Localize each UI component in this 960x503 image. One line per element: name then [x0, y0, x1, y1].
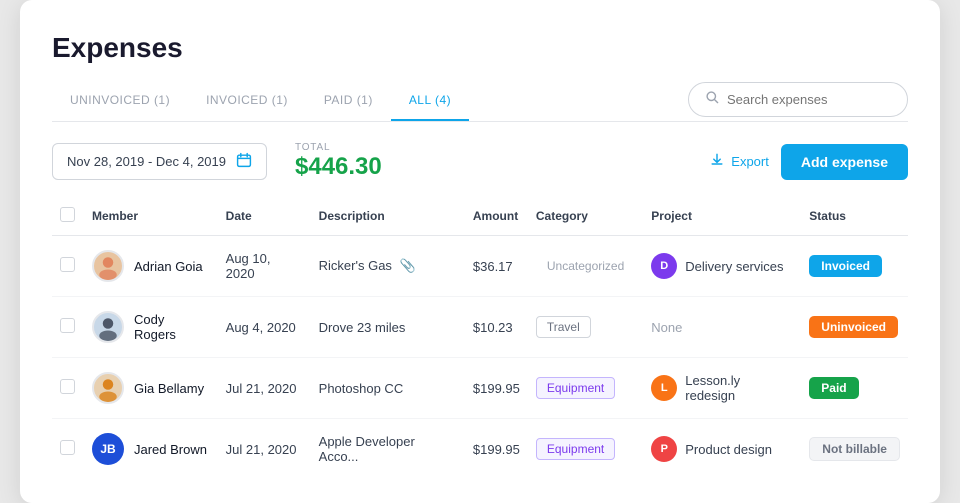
total-block: TOTAL $446.30 [295, 142, 382, 181]
date-cell: Jul 21, 2020 [218, 419, 311, 480]
status-badge: Uninvoiced [809, 316, 898, 338]
status-cell: Invoiced [801, 236, 908, 297]
date-cell: Jul 21, 2020 [218, 358, 311, 419]
description-cell: Apple Developer Acco... [311, 419, 465, 480]
description-cell: Ricker's Gas 📎 [311, 236, 465, 297]
project-cell-inner: L Lesson.ly redesign [651, 373, 793, 403]
project-name: Lesson.ly redesign [685, 373, 793, 403]
search-input[interactable] [727, 92, 891, 107]
total-amount: $446.30 [295, 153, 382, 181]
export-label: Export [731, 154, 769, 169]
member-name: Gia Bellamy [134, 381, 204, 396]
table-row: Adrian Goia Aug 10, 2020Ricker's Gas 📎$36… [52, 236, 908, 297]
member-name: Adrian Goia [134, 259, 203, 274]
header-status: Status [801, 197, 908, 236]
header-amount: Amount [465, 197, 528, 236]
category-cell: Equipment [528, 358, 643, 419]
header-project: Project [643, 197, 801, 236]
member-cell: JB Jared Brown [92, 433, 210, 465]
project-dot: D [651, 253, 677, 279]
search-box[interactable] [688, 82, 908, 117]
date-picker[interactable]: Nov 28, 2019 - Dec 4, 2019 [52, 143, 267, 180]
project-cell: P Product design [643, 419, 801, 480]
date-cell: Aug 10, 2020 [218, 236, 311, 297]
table-body: Adrian Goia Aug 10, 2020Ricker's Gas 📎$36… [52, 236, 908, 480]
controls-row: Nov 28, 2019 - Dec 4, 2019 TOTAL $446.30 [52, 142, 908, 181]
avatar [92, 372, 124, 404]
description-cell: Photoshop CC [311, 358, 465, 419]
total-label: TOTAL [295, 142, 382, 153]
amount-cell: $199.95 [465, 419, 528, 480]
page-title: Expenses [52, 32, 908, 64]
member-name: Jared Brown [134, 442, 207, 457]
add-expense-button[interactable]: Add expense [781, 144, 908, 180]
project-cell: L Lesson.ly redesign [643, 358, 801, 419]
export-button[interactable]: Export [709, 152, 769, 171]
controls-right: Export Add expense [709, 144, 908, 180]
project-cell-inner: P Product design [651, 436, 793, 462]
expenses-card: Expenses UNINVOICED (1)INVOICED (1)PAID … [20, 0, 940, 503]
description-cell: Drove 23 miles [311, 297, 465, 358]
status-badge: Invoiced [809, 255, 882, 277]
amount-cell: $199.95 [465, 358, 528, 419]
search-icon [705, 90, 719, 109]
row-checkbox[interactable] [60, 440, 75, 455]
select-all-checkbox[interactable] [60, 207, 75, 222]
category-cell: Equipment [528, 419, 643, 480]
left-controls: Nov 28, 2019 - Dec 4, 2019 TOTAL $446.30 [52, 142, 382, 181]
date-cell: Aug 4, 2020 [218, 297, 311, 358]
status-cell: Uninvoiced [801, 297, 908, 358]
tabs-row: UNINVOICED (1)INVOICED (1)PAID (1)ALL (4… [52, 82, 908, 122]
tabs: UNINVOICED (1)INVOICED (1)PAID (1)ALL (4… [52, 83, 469, 121]
table-row: Gia Bellamy Jul 21, 2020Photoshop CC$199.… [52, 358, 908, 419]
row-checkbox[interactable] [60, 257, 75, 272]
header-date: Date [218, 197, 311, 236]
export-icon [709, 152, 725, 171]
header-checkbox-cell [52, 197, 84, 236]
project-name: Product design [685, 442, 772, 457]
header-description: Description [311, 197, 465, 236]
member-cell: Adrian Goia [92, 250, 210, 282]
amount-cell: $10.23 [465, 297, 528, 358]
project-none: None [651, 320, 682, 335]
amount-cell: $36.17 [465, 236, 528, 297]
member-name: Cody Rogers [134, 312, 210, 342]
status-badge: Paid [809, 377, 858, 399]
table-header: Member Date Description Amount Category … [52, 197, 908, 236]
calendar-icon [236, 152, 252, 171]
row-checkbox[interactable] [60, 379, 75, 394]
category-cell: Travel [528, 297, 643, 358]
attachment-icon: 📎 [400, 258, 416, 273]
member-cell: Cody Rogers [92, 311, 210, 343]
project-cell: D Delivery services [643, 236, 801, 297]
status-badge: Not billable [809, 437, 900, 461]
tab-uninvoiced[interactable]: UNINVOICED (1) [52, 83, 188, 121]
date-range-text: Nov 28, 2019 - Dec 4, 2019 [67, 154, 226, 169]
avatar: JB [92, 433, 124, 465]
avatar [92, 311, 124, 343]
expenses-table: Member Date Description Amount Category … [52, 197, 908, 479]
member-cell: Gia Bellamy [92, 372, 210, 404]
category-badge: Travel [536, 316, 591, 338]
project-cell: None [643, 297, 801, 358]
row-checkbox[interactable] [60, 318, 75, 333]
avatar [92, 250, 124, 282]
header-category: Category [528, 197, 643, 236]
project-name: Delivery services [685, 259, 783, 274]
category-cell: Uncategorized [528, 236, 643, 297]
tab-all[interactable]: ALL (4) [391, 83, 469, 121]
table-row: JB Jared Brown Jul 21, 2020Apple Developer… [52, 419, 908, 480]
status-cell: Paid [801, 358, 908, 419]
header-member: Member [84, 197, 218, 236]
tab-paid[interactable]: PAID (1) [306, 83, 391, 121]
category-badge: Uncategorized [536, 255, 635, 277]
category-badge: Equipment [536, 438, 615, 460]
table-row: Cody Rogers Aug 4, 2020Drove 23 miles$10.… [52, 297, 908, 358]
project-dot: L [651, 375, 677, 401]
project-dot: P [651, 436, 677, 462]
status-cell: Not billable [801, 419, 908, 480]
project-cell-inner: D Delivery services [651, 253, 793, 279]
category-badge: Equipment [536, 377, 615, 399]
tab-invoiced[interactable]: INVOICED (1) [188, 83, 306, 121]
